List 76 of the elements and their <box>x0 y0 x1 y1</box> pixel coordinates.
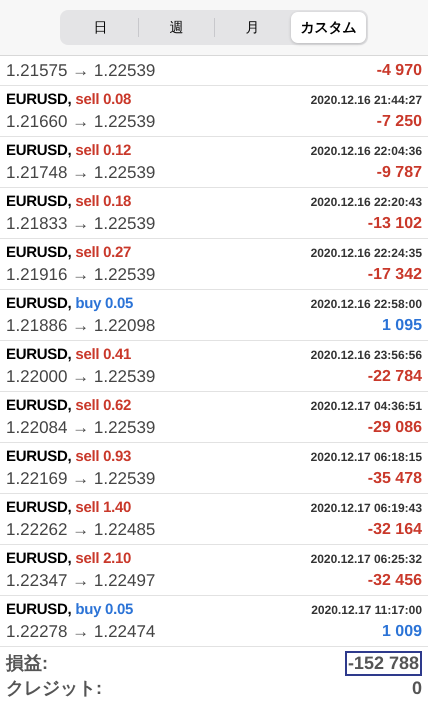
symbol-label: EURUSD, <box>6 446 72 467</box>
summary-value: -152 788 <box>344 650 422 676</box>
symbol-label: EURUSD, <box>6 242 72 263</box>
summary-label: 損益: <box>6 652 48 674</box>
trade-side: sell 0.41 <box>75 344 132 365</box>
profit-value: -13 102 <box>368 214 422 234</box>
trade-time: 2020.12.17 06:19:43 <box>310 500 422 517</box>
trade-side: buy 0.05 <box>75 294 134 314</box>
trade-row[interactable]: EURUSD, sell 0.62 2020.12.17 04:36:51 1.22084 → 1.22539 -29 086 <box>0 392 428 443</box>
trade-time: 2020.12.16 22:24:35 <box>310 245 422 262</box>
price-range: 1.21886 → 1.22098 <box>6 315 156 338</box>
period-tab[interactable]: 日 <box>63 12 138 43</box>
trade-side: sell 0.18 <box>75 192 132 212</box>
trade-row[interactable]: EURUSD, sell 0.18 2020.12.16 22:20:43 1.21833 → 1.22539 -13 102 <box>0 188 428 239</box>
trade-row[interactable]: EURUSD, sell 0.41 2020.12.16 23:56:56 1.22000 → 1.22539 -22 784 <box>0 341 428 392</box>
price-range: 1.22084 → 1.22539 <box>6 417 156 440</box>
price-range: 1.21916 → 1.22539 <box>6 264 156 286</box>
trade-side: sell 2.10 <box>75 548 132 569</box>
summary-label: クレジット: <box>6 676 102 700</box>
trade-row[interactable]: EURUSD, buy 0.05 2020.12.16 22:58:00 1.21886 → 1.22098 1 095 <box>0 290 428 341</box>
profit-value: -29 086 <box>368 418 422 438</box>
trade-time: 2020.12.17 11:17:00 <box>311 602 422 619</box>
profit-value: -9 787 <box>376 163 422 183</box>
trade-side: sell 0.08 <box>75 90 132 110</box>
profit-value: 1 009 <box>382 622 422 642</box>
profit-value: -22 784 <box>368 367 422 387</box>
profit-value: -7 250 <box>376 112 422 132</box>
symbol-label: EURUSD, <box>6 192 72 212</box>
summary-value: 0 <box>412 676 422 700</box>
trade-row[interactable]: EURUSD, sell 0.27 2020.12.16 22:24:35 1.21916 → 1.22539 -17 342 <box>0 239 428 290</box>
period-tab[interactable]: カスタム <box>291 12 366 43</box>
trade-row[interactable]: EURUSD, sell 0.08 2020.12.16 21:44:27 1.21660 → 1.22539 -7 250 <box>0 86 428 137</box>
profit-value: -35 478 <box>368 469 422 489</box>
profit-value: -4 970 <box>376 60 422 80</box>
symbol-label: EURUSD, <box>6 396 72 416</box>
price-range: 1.22262 → 1.22485 <box>6 519 156 542</box>
trade-time: 2020.12.17 04:36:51 <box>310 398 422 415</box>
trade-side: sell 0.93 <box>75 446 132 467</box>
price-range: 1.21748 → 1.22539 <box>6 162 156 184</box>
trade-side: sell 0.27 <box>75 242 132 263</box>
profit-value: 1 095 <box>382 316 422 336</box>
price-range: 1.22347 → 1.22497 <box>6 570 156 592</box>
price-range: 1.22278 → 1.22474 <box>6 621 156 644</box>
price-range: 1.21575 → 1.22539 <box>6 60 156 82</box>
trade-time: 2020.12.17 06:25:32 <box>310 551 422 568</box>
trade-row[interactable]: EURUSD, sell 2.10 2020.12.17 06:25:32 1.22347 → 1.22497 -32 456 <box>0 545 428 596</box>
price-range: 1.21660 → 1.22539 <box>6 111 156 134</box>
trade-time: 2020.12.16 21:44:27 <box>310 92 422 109</box>
trade-side: sell 0.12 <box>75 140 132 161</box>
trade-side: buy 0.05 <box>75 600 134 620</box>
trade-time: 2020.12.17 06:18:15 <box>310 449 422 466</box>
trade-row[interactable]: EURUSD, sell 0.93 2020.12.17 06:18:15 1.22169 → 1.22539 -35 478 <box>0 443 428 494</box>
trade-time: 2020.12.16 22:20:43 <box>310 194 422 211</box>
symbol-label: EURUSD, <box>6 140 72 161</box>
trade-row[interactable]: EURUSD, sell 1.40 2020.12.17 06:19:43 1.22262 → 1.22485 -32 164 <box>0 494 428 545</box>
period-tab[interactable]: 週 <box>139 12 214 43</box>
trade-side: sell 0.62 <box>75 396 132 416</box>
trade-row[interactable]: EURUSD, sell 0.12 2020.12.16 22:04:36 1.21748 → 1.22539 -9 787 <box>0 137 428 188</box>
price-range: 1.21833 → 1.22539 <box>6 213 156 236</box>
profit-value: -32 164 <box>368 520 422 540</box>
trade-time: 2020.12.16 23:56:56 <box>310 347 422 364</box>
trade-time: 2020.12.16 22:04:36 <box>310 143 422 160</box>
symbol-label: EURUSD, <box>6 600 72 620</box>
symbol-label: EURUSD, <box>6 90 72 110</box>
profit-value: -17 342 <box>368 265 422 285</box>
symbol-label: EURUSD, <box>6 498 72 518</box>
symbol-label: EURUSD, <box>6 294 72 314</box>
profit-value: -32 456 <box>368 571 422 591</box>
period-tab[interactable]: 月 <box>215 12 290 43</box>
trade-time: 2020.12.16 22:58:00 <box>310 296 422 313</box>
trade-side: sell 1.40 <box>75 498 132 518</box>
price-range: 1.22000 → 1.22539 <box>6 366 156 388</box>
trade-row[interactable]: EURUSD, buy 0.05 2020.12.17 11:17:00 1.22278 → 1.22474 1 009 <box>0 596 428 647</box>
symbol-label: EURUSD, <box>6 344 72 365</box>
price-range: 1.22169 → 1.22539 <box>6 468 156 490</box>
symbol-label: EURUSD, <box>6 548 72 569</box>
